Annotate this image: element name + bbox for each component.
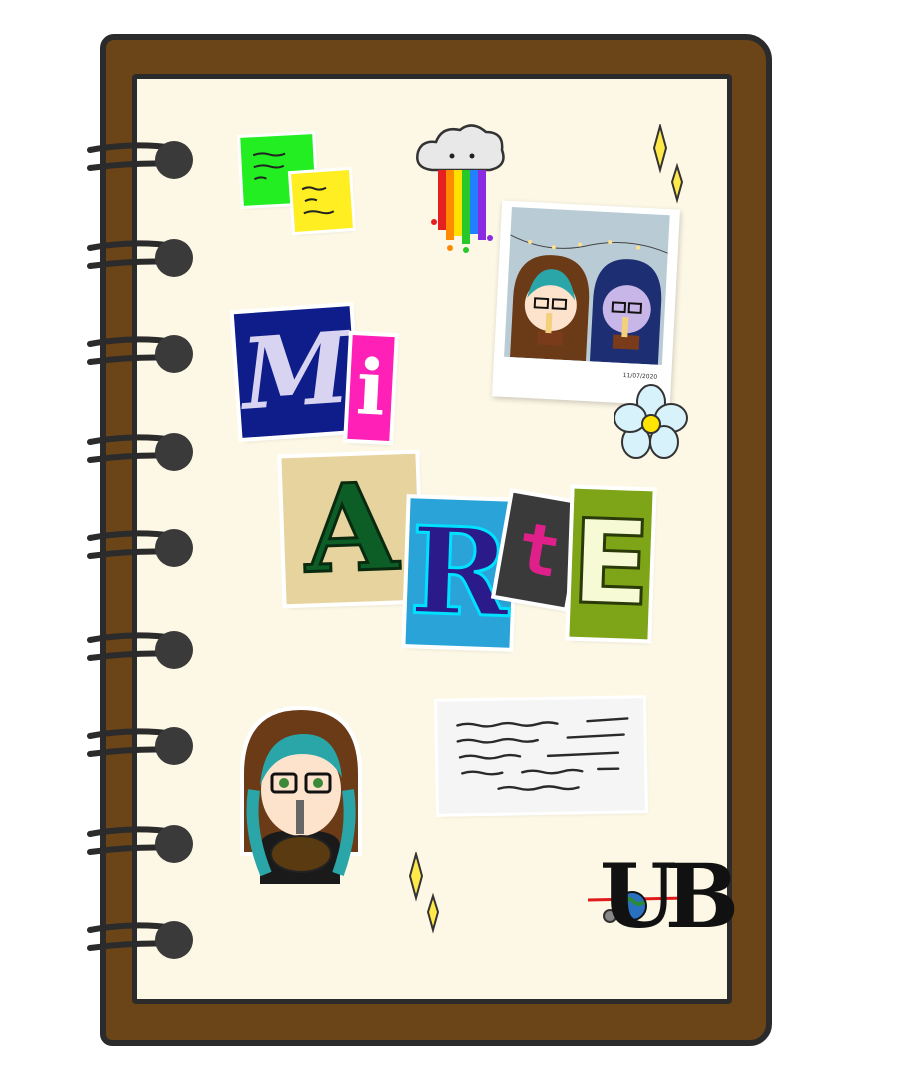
friends-illustration bbox=[510, 234, 668, 365]
sparkle-icon bbox=[652, 124, 684, 204]
spiral-ring bbox=[87, 727, 193, 765]
scribble-lines bbox=[301, 186, 335, 215]
spiral-ring bbox=[87, 433, 193, 471]
letter-text: E bbox=[568, 493, 655, 634]
flower-icon bbox=[614, 384, 688, 459]
letter-text: A bbox=[300, 455, 401, 602]
rainbow-cloud-icon bbox=[416, 124, 505, 253]
sparkle-icon bbox=[408, 852, 440, 934]
spiral-ring bbox=[87, 825, 193, 863]
spiral-ring bbox=[87, 921, 193, 959]
title-letter-e: E bbox=[568, 488, 655, 640]
spiral-ring bbox=[87, 631, 193, 669]
title-letter-m: M bbox=[233, 306, 359, 438]
spiral-ring bbox=[87, 239, 193, 277]
title-letter-i: i bbox=[347, 334, 395, 442]
letter-text: i bbox=[354, 342, 388, 433]
title-letter-r: R bbox=[405, 498, 515, 648]
title-letter-a: A bbox=[281, 453, 421, 605]
photo-date: 11/07/2020 bbox=[622, 372, 658, 381]
paper-note bbox=[437, 698, 645, 814]
spiral-ring bbox=[87, 529, 193, 567]
polaroid-photo: 11/07/2020 bbox=[491, 200, 681, 406]
photo-frame bbox=[504, 206, 670, 366]
letter-text: R bbox=[406, 499, 514, 646]
letter-text: M bbox=[237, 310, 355, 433]
scribble-lines bbox=[456, 717, 629, 791]
letter-text: t bbox=[511, 505, 567, 595]
spiral-ring bbox=[87, 141, 193, 179]
girl-avatar-sticker bbox=[240, 705, 362, 884]
logo-text: UB bbox=[600, 844, 739, 948]
spiral-ring bbox=[87, 335, 193, 373]
sticky-note-yellow bbox=[291, 170, 353, 232]
